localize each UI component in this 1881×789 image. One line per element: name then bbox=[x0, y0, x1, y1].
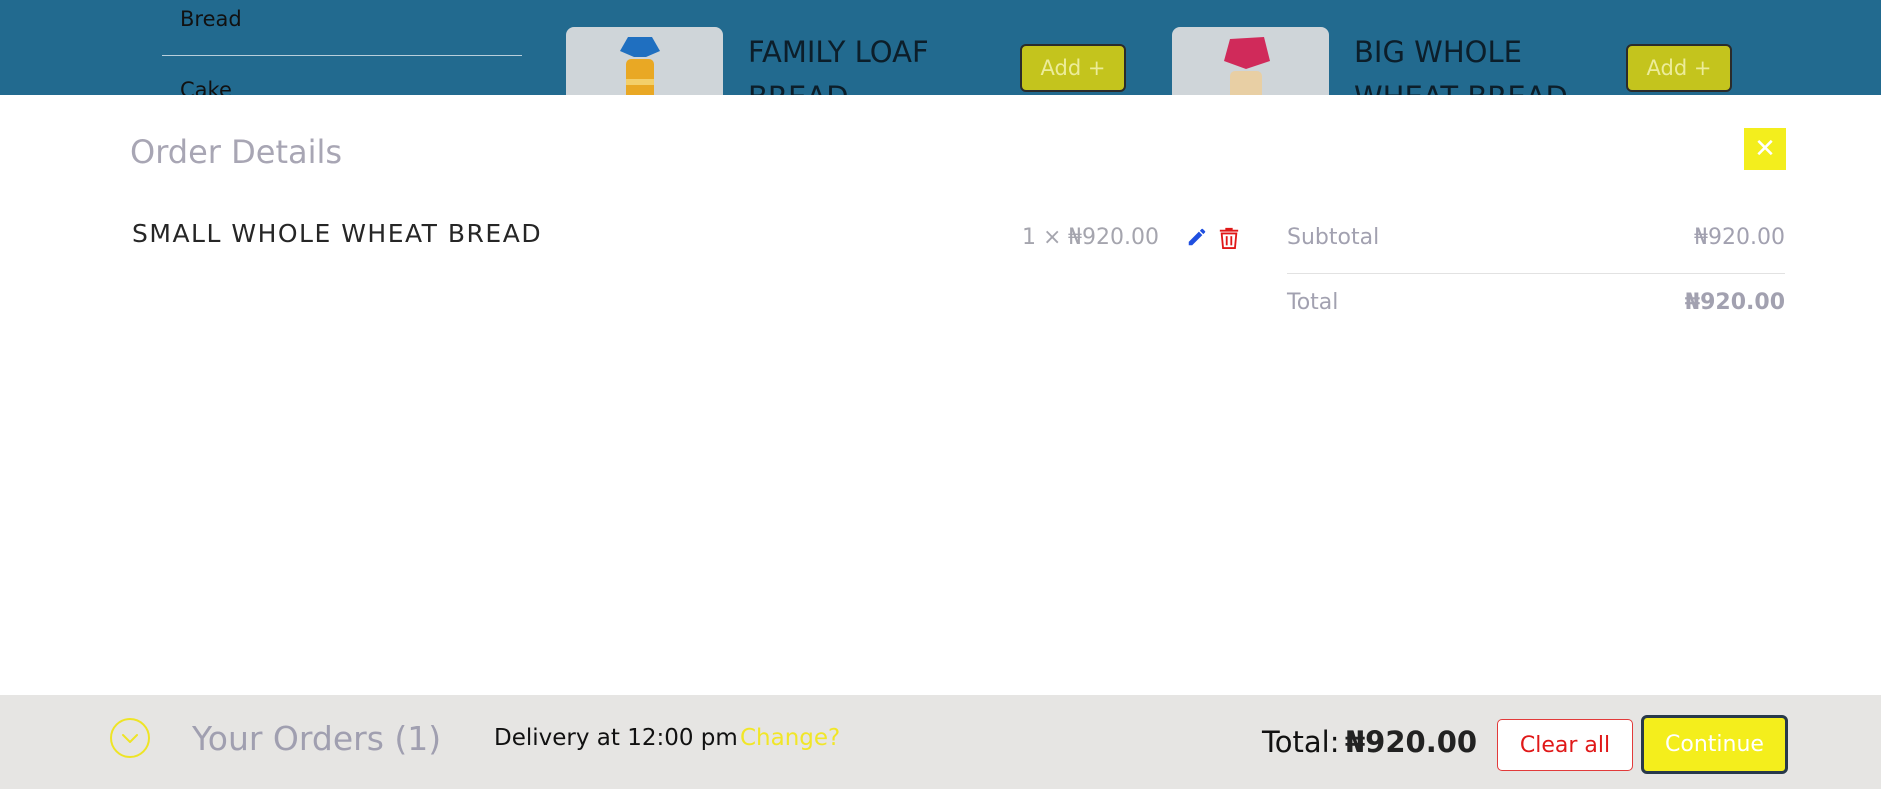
bread-bag-icon bbox=[1224, 37, 1270, 95]
add-to-cart-button[interactable]: Add + bbox=[1020, 44, 1126, 92]
product-card-big-whole-wheat: BIG WHOLE WHEAT BREAD Add + bbox=[1172, 0, 1772, 95]
edit-icon[interactable] bbox=[1186, 226, 1208, 248]
order-item-price: ₦920.00 bbox=[1068, 225, 1159, 250]
total-value: ₦920.00 bbox=[1684, 290, 1785, 315]
store-background: Bread Cake FAMILY LOAF BREAD Add + BIG W… bbox=[0, 0, 1881, 95]
orders-bottom-bar: Your Orders (1) Delivery at 12:00 pm Cha… bbox=[0, 695, 1881, 789]
bread-bag-icon bbox=[620, 37, 660, 95]
order-summary: Subtotal ₦920.00 Total ₦920.00 bbox=[1287, 213, 1785, 338]
delete-icon[interactable] bbox=[1218, 226, 1240, 250]
chevron-down-icon[interactable] bbox=[109, 717, 151, 759]
category-item-cake[interactable]: Cake bbox=[180, 78, 232, 95]
continue-button[interactable]: Continue bbox=[1641, 715, 1788, 774]
total-label: Total bbox=[1287, 290, 1339, 315]
product-name: BIG WHOLE WHEAT BREAD bbox=[1354, 35, 1568, 95]
product-card-family-loaf: FAMILY LOAF BREAD Add + bbox=[566, 0, 1166, 95]
subtotal-label: Subtotal bbox=[1287, 225, 1380, 250]
category-item-bread[interactable]: Bread bbox=[180, 7, 242, 31]
total-row: Total ₦920.00 bbox=[1287, 278, 1785, 338]
your-orders-label[interactable]: Your Orders (1) bbox=[192, 719, 441, 758]
panel-title: Order Details bbox=[130, 133, 343, 171]
delivery-time-text: Delivery at 12:00 pm bbox=[494, 725, 738, 751]
order-details-panel: Order Details ✕ SMALL WHOLE WHEAT BREAD … bbox=[0, 95, 1881, 695]
close-icon: ✕ bbox=[1754, 134, 1776, 164]
clear-all-button[interactable]: Clear all bbox=[1497, 719, 1633, 771]
product-image bbox=[1172, 27, 1329, 95]
product-image bbox=[566, 27, 723, 95]
product-name: FAMILY LOAF BREAD bbox=[748, 35, 929, 95]
change-delivery-link[interactable]: Change? bbox=[740, 725, 840, 751]
bar-total-value: ₦920.00 bbox=[1345, 725, 1478, 759]
add-to-cart-button[interactable]: Add + bbox=[1626, 44, 1732, 92]
order-item-name: SMALL WHOLE WHEAT BREAD bbox=[132, 219, 543, 248]
subtotal-value: ₦920.00 bbox=[1694, 225, 1785, 250]
summary-divider bbox=[1287, 273, 1785, 274]
close-button[interactable]: ✕ bbox=[1744, 128, 1786, 170]
subtotal-row: Subtotal ₦920.00 bbox=[1287, 213, 1785, 273]
bar-total-label: Total: bbox=[1262, 725, 1340, 759]
category-divider bbox=[162, 55, 522, 56]
order-item-qty: 1 × bbox=[1022, 225, 1062, 250]
